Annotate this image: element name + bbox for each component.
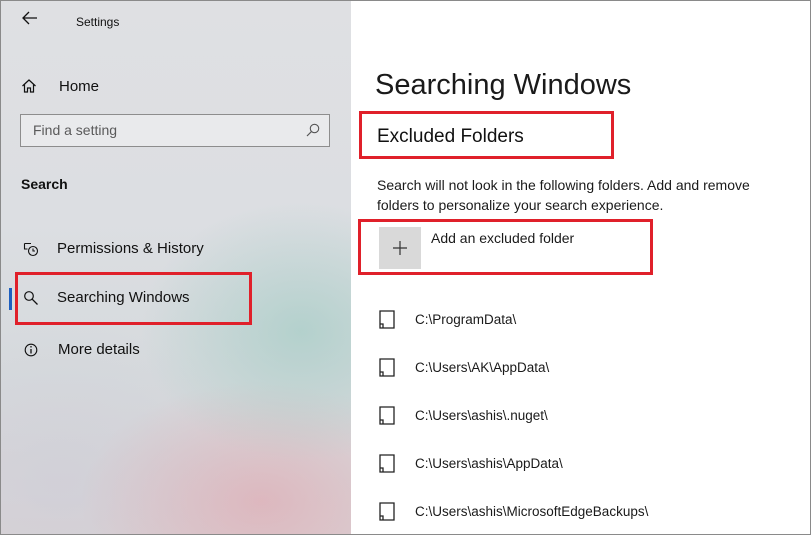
folder-path: C:\Users\AK\AppData\ bbox=[415, 360, 550, 375]
excluded-folder-item[interactable]: C:\Users\AK\AppData\ bbox=[375, 351, 805, 381]
sidebar-item-label: More details bbox=[58, 341, 140, 358]
folder-path: C:\ProgramData\ bbox=[415, 312, 517, 327]
sidebar-item-permissions-history[interactable]: Permissions & History bbox=[1, 228, 351, 270]
home-icon bbox=[21, 78, 37, 94]
folder-icon bbox=[379, 502, 395, 521]
app-title: Settings bbox=[76, 15, 120, 29]
sidebar-item-label: Permissions & History bbox=[57, 240, 204, 257]
nav-section-heading: Search bbox=[21, 176, 68, 192]
description-line: folders to personalize your search exper… bbox=[377, 197, 664, 213]
selection-indicator bbox=[9, 288, 12, 310]
search-magnifier-icon[interactable] bbox=[305, 122, 321, 138]
folder-icon bbox=[379, 358, 395, 377]
excluded-folder-item[interactable]: C:\Users\ashis\AppData\ bbox=[375, 447, 805, 477]
excluded-folder-item[interactable]: C:\Users\ashis\MicrosoftEdgeBackups\ bbox=[375, 495, 805, 525]
content-pane: Searching Windows Excluded Folders Searc… bbox=[351, 1, 810, 534]
permissions-history-icon bbox=[23, 241, 39, 257]
home-label: Home bbox=[59, 78, 100, 95]
red-highlight-box-heading bbox=[359, 111, 614, 159]
red-highlight-box-nav bbox=[15, 272, 252, 325]
folder-path: C:\Users\ashis\.nuget\ bbox=[415, 408, 548, 423]
find-setting-search-box bbox=[20, 114, 330, 147]
folder-path: C:\Users\ashis\AppData\ bbox=[415, 456, 563, 471]
title-bar: Settings bbox=[1, 1, 351, 45]
folder-path: C:\Users\ashis\MicrosoftEdgeBackups\ bbox=[415, 504, 649, 519]
settings-window: Settings Home Search bbox=[0, 0, 811, 535]
description-line: Search will not look in the following fo… bbox=[377, 177, 750, 193]
folder-icon bbox=[379, 310, 395, 329]
page-title: Searching Windows bbox=[375, 69, 632, 101]
red-highlight-box-add bbox=[358, 219, 653, 275]
excluded-folders-description: Search will not look in the following fo… bbox=[377, 175, 810, 215]
home-nav-item[interactable]: Home bbox=[21, 71, 321, 99]
find-setting-input[interactable] bbox=[21, 115, 303, 145]
excluded-folder-item[interactable]: C:\Users\ashis\.nuget\ bbox=[375, 399, 805, 429]
folder-icon bbox=[379, 454, 395, 473]
navigation-pane: Settings Home Search bbox=[1, 1, 351, 534]
excluded-folder-item[interactable]: C:\ProgramData\ bbox=[375, 303, 805, 333]
back-arrow-icon[interactable] bbox=[22, 11, 38, 25]
sidebar-item-more-details[interactable]: More details bbox=[1, 329, 351, 371]
folder-icon bbox=[379, 406, 395, 425]
info-icon bbox=[23, 342, 39, 358]
